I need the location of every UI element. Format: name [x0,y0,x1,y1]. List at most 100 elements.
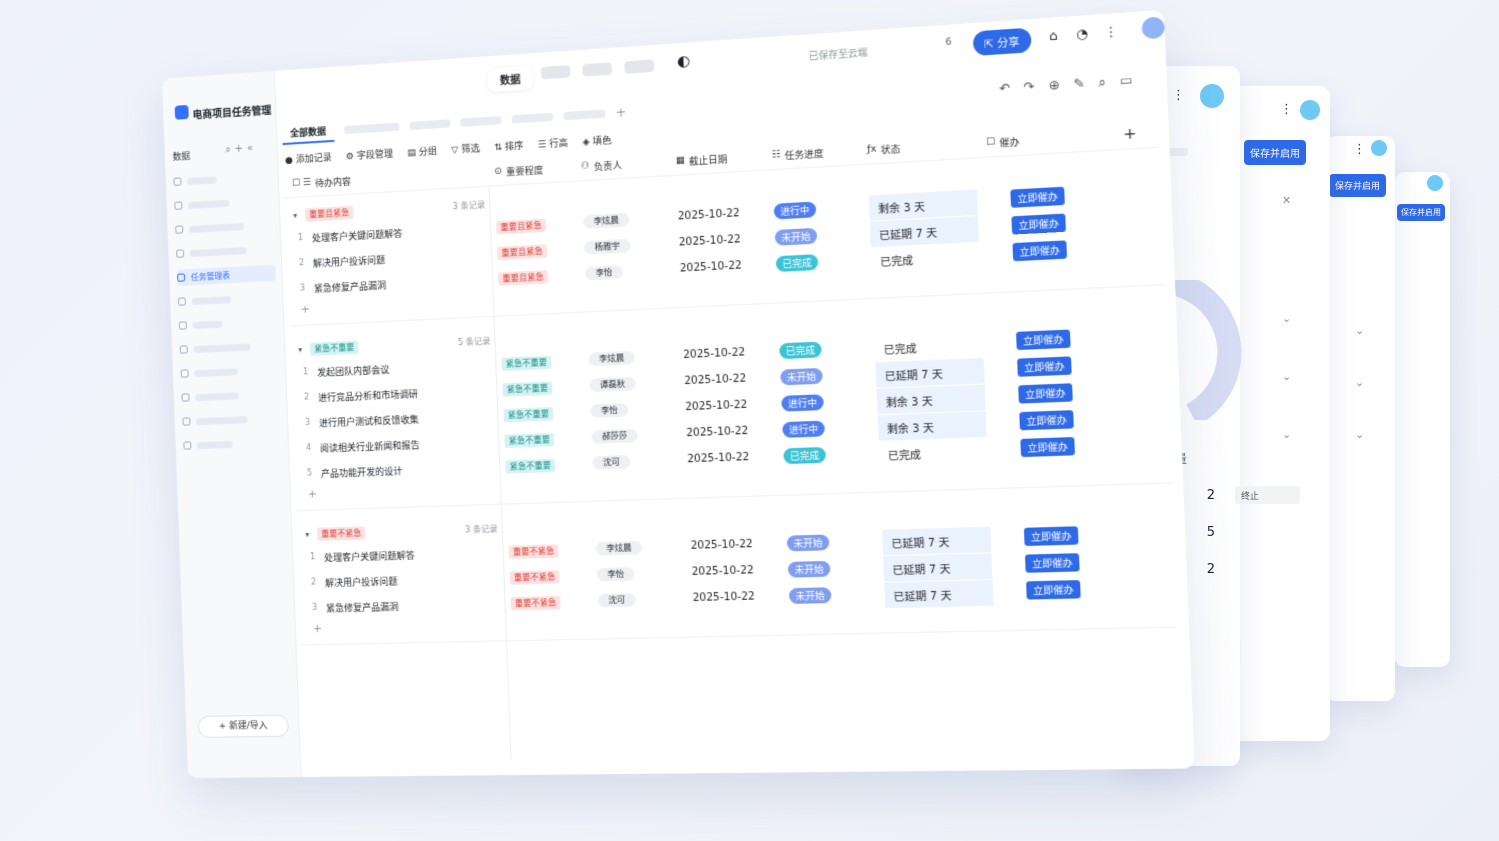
sidebar-item[interactable] [182,410,281,430]
deadline-date[interactable]: 2025-10-22 [680,260,742,275]
add-row-icon[interactable]: + [301,302,311,316]
owner-chip[interactable]: 李怡 [585,265,624,281]
task-name[interactable]: 解决用户投诉问题 [313,253,386,270]
sort-button[interactable]: ⇅ 排序 [494,138,524,153]
group-header[interactable]: ▾ 重要不紧急 3 条记录 [305,518,498,544]
sidebar-item[interactable] [177,289,277,310]
field-manage-button[interactable]: ⚙ 字段管理 [345,146,394,162]
view-placeholder[interactable] [460,116,502,127]
add-row-icon[interactable]: + [308,487,318,500]
progress-tag[interactable]: 未开始 [780,367,823,386]
chevron-down-icon[interactable]: ⌄ [1282,312,1291,325]
progress-tag[interactable]: 已完成 [779,341,822,360]
sidebar-item[interactable] [178,313,278,334]
filter-button[interactable]: ▽ 筛选 [451,141,480,156]
urge-button[interactable]: 立即催办 [1011,213,1066,235]
add-column-icon[interactable]: + [1123,120,1137,149]
sidebar-item[interactable] [174,192,273,214]
task-name[interactable]: 处理客户关键问题解答 [324,548,415,564]
share-button[interactable]: ⇱ 分享 [972,27,1032,57]
more-icon[interactable]: ⋮ [1172,88,1185,103]
deadline-date[interactable]: 2025-10-22 [683,347,745,361]
progress-tag[interactable]: 已完成 [775,254,819,273]
task-name[interactable]: 处理客户关键问题解答 [312,226,403,244]
urge-button[interactable]: 立即催办 [1026,580,1081,600]
task-name[interactable]: 进行用户测试和反馈收集 [319,412,419,429]
save-enable-button[interactable]: 保存并启用 [1397,204,1445,221]
owner-chip[interactable]: 杨雅宇 [584,238,631,255]
new-import-button[interactable]: + 新建/导入 [197,714,290,738]
add-view-icon[interactable]: + [615,105,626,120]
view-placeholder[interactable] [409,119,451,131]
owner-chip[interactable]: 沈可 [597,592,636,608]
save-enable-button[interactable]: 保存并启用 [1244,140,1306,165]
column-header-progress[interactable]: ☷ 任务进度 [771,139,824,169]
urge-button[interactable]: 立即催办 [1023,526,1079,547]
column-header-todo[interactable]: ☐ ☰ 待办内容 [292,167,352,197]
priority-tag[interactable]: 紧急不重要 [502,381,553,397]
progress-tag[interactable]: 进行中 [782,420,825,438]
chevron-down-icon[interactable]: ⌄ [1355,428,1364,441]
deadline-date[interactable]: 2025-10-22 [679,234,741,249]
stop-option[interactable]: 终止 [1235,486,1300,504]
tab-data[interactable]: 数据 [487,65,534,93]
theme-toggle-icon[interactable]: ◐ [677,53,691,71]
owner-chip[interactable]: 李炫晨 [595,540,643,556]
task-name[interactable]: 阅读相关行业新闻和报告 [320,438,420,455]
view-placeholder[interactable] [343,122,400,135]
progress-tag[interactable]: 未开始 [787,560,831,578]
progress-tag[interactable]: 进行中 [773,201,817,220]
owner-chip[interactable]: 沈可 [592,454,631,470]
save-enable-button[interactable]: 保存并启用 [1329,174,1387,197]
priority-tag[interactable]: 紧急不重要 [501,355,552,372]
add-row-icon[interactable]: + [313,622,323,635]
sidebar-item[interactable] [179,337,279,358]
chevron-down-icon[interactable]: ⌄ [1355,324,1364,337]
sidebar-tools[interactable]: ⌕+« [225,143,257,156]
sidebar-item[interactable] [176,240,275,261]
tab-placeholder[interactable] [540,65,571,80]
close-icon[interactable]: ✕ [1282,194,1291,207]
owner-chip[interactable]: 李怡 [590,403,629,418]
deadline-date[interactable]: 2025-10-22 [687,452,749,466]
urge-button[interactable]: 立即催办 [1020,436,1075,458]
urge-button[interactable]: 立即催办 [1018,383,1073,404]
task-name[interactable]: 产品功能开发的设计 [321,464,403,480]
owner-chip[interactable]: 郝莎莎 [591,428,638,444]
view-actions[interactable]: ↶↷⊕✎⌕▭ [999,72,1147,97]
priority-tag[interactable]: 紧急不重要 [503,407,554,423]
deadline-date[interactable]: 2025-10-22 [690,539,752,552]
priority-tag[interactable]: 紧急不重要 [504,432,555,449]
avatar[interactable] [1300,100,1320,120]
avatar[interactable] [1200,84,1224,108]
task-name[interactable]: 进行竞品分析和市场调研 [318,387,418,404]
task-name[interactable]: 解决用户投诉问题 [325,574,398,589]
view-placeholder[interactable] [511,112,554,124]
task-name[interactable]: 紧急修复产品漏洞 [326,600,399,615]
sidebar-item[interactable] [180,361,279,381]
sidebar-item[interactable] [173,168,272,190]
progress-tag[interactable]: 未开始 [788,587,832,604]
deadline-date[interactable]: 2025-10-22 [693,591,755,604]
sidebar-item-task-table[interactable]: 任务管理表 [176,264,276,286]
group-button[interactable]: ▤ 分组 [407,144,437,159]
task-name[interactable]: 紧急修复产品漏洞 [314,278,387,295]
urge-button[interactable]: 立即催办 [1024,553,1080,573]
more-icon[interactable]: ⋮ [1104,24,1118,40]
history-icon[interactable]: ◔ [1076,26,1088,42]
avatar[interactable] [1371,140,1387,156]
collapse-icon[interactable]: ▾ [293,210,297,219]
deadline-date[interactable]: 2025-10-22 [685,399,747,413]
tab-all-data[interactable]: 全部数据 [281,120,335,145]
owner-chip[interactable]: 李炫晨 [583,212,630,229]
progress-tag[interactable]: 未开始 [786,534,830,552]
fill-color-button[interactable]: ◈ 填色 [582,133,611,148]
tab-placeholder[interactable] [624,59,655,74]
deadline-date[interactable]: 2025-10-22 [692,565,754,578]
priority-tag[interactable]: 重要且紧急 [497,244,548,261]
add-record-button[interactable]: ● 添加记录 [285,150,332,166]
urge-button[interactable]: 立即催办 [1016,329,1071,351]
column-header-urge[interactable]: ☐ 催办 [986,127,1021,157]
avatar[interactable] [1427,175,1443,191]
sidebar-item[interactable] [175,216,274,238]
